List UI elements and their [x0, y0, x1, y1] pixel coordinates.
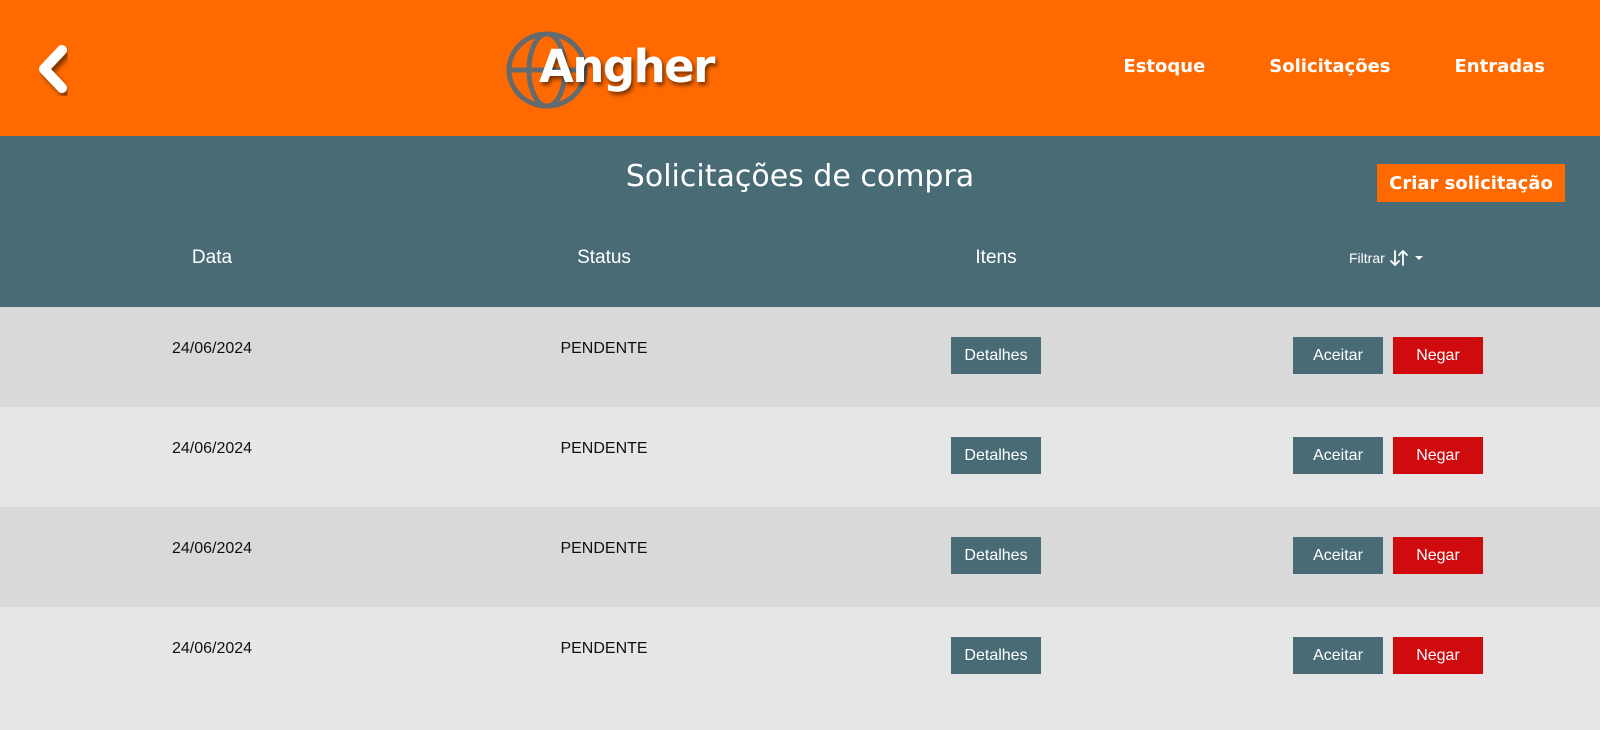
deny-button[interactable]: Negar: [1393, 537, 1483, 574]
details-button[interactable]: Detalhes: [951, 437, 1041, 474]
row-status: PENDENTE: [560, 540, 648, 557]
requests-table-body: 24/06/2024 PENDENTE Detalhes Aceitar Neg…: [0, 307, 1600, 707]
page-title: Solicitações de compra: [625, 159, 975, 194]
row-status: PENDENTE: [560, 440, 648, 457]
accept-button[interactable]: Aceitar: [1293, 437, 1383, 474]
accept-button[interactable]: Aceitar: [1293, 337, 1383, 374]
main-nav: Estoque Solicitações Entradas: [1123, 56, 1545, 77]
table-row: 24/06/2024 PENDENTE Detalhes Aceitar Neg…: [0, 307, 1600, 407]
row-date: 24/06/2024: [171, 440, 253, 457]
column-header-status: Status: [577, 247, 631, 268]
column-header-itens: Itens: [975, 247, 1017, 268]
brand-logo[interactable]: Angher: [505, 30, 715, 110]
nav-link-entradas[interactable]: Entradas: [1455, 56, 1545, 77]
details-button[interactable]: Detalhes: [951, 537, 1041, 574]
filter-dropdown[interactable]: Filtrar: [1349, 248, 1424, 268]
chevron-left-icon: [39, 45, 67, 93]
sort-arrows-icon: [1389, 250, 1408, 266]
column-header-data: Data: [191, 247, 233, 268]
nav-link-solicitacoes[interactable]: Solicitações: [1269, 56, 1390, 77]
row-date: 24/06/2024: [171, 540, 253, 557]
table-row: 24/06/2024 PENDENTE Detalhes Aceitar Neg…: [0, 407, 1600, 507]
row-status: PENDENTE: [560, 640, 648, 657]
filter-label: Filtrar: [1349, 250, 1385, 266]
logo-text: Angher: [539, 40, 715, 93]
table-row: 24/06/2024 PENDENTE Detalhes Aceitar Neg…: [0, 607, 1600, 707]
row-status: PENDENTE: [560, 340, 648, 357]
create-request-button[interactable]: Criar solicitação: [1377, 164, 1565, 202]
table-row: 24/06/2024 PENDENTE Detalhes Aceitar Neg…: [0, 507, 1600, 607]
accept-button[interactable]: Aceitar: [1293, 537, 1383, 574]
accept-button[interactable]: Aceitar: [1293, 637, 1383, 674]
nav-link-estoque[interactable]: Estoque: [1123, 56, 1205, 77]
row-date: 24/06/2024: [171, 640, 253, 657]
deny-button[interactable]: Negar: [1393, 337, 1483, 374]
deny-button[interactable]: Negar: [1393, 637, 1483, 674]
deny-button[interactable]: Negar: [1393, 437, 1483, 474]
table-header-band: Solicitações de compra Criar solicitação…: [0, 136, 1600, 307]
caret-down-icon: [1414, 256, 1423, 260]
details-button[interactable]: Detalhes: [951, 637, 1041, 674]
row-date: 24/06/2024: [171, 340, 253, 357]
back-button[interactable]: [30, 42, 80, 96]
top-navbar: Angher Estoque Solicitações Entradas: [0, 0, 1600, 136]
details-button[interactable]: Detalhes: [951, 337, 1041, 374]
